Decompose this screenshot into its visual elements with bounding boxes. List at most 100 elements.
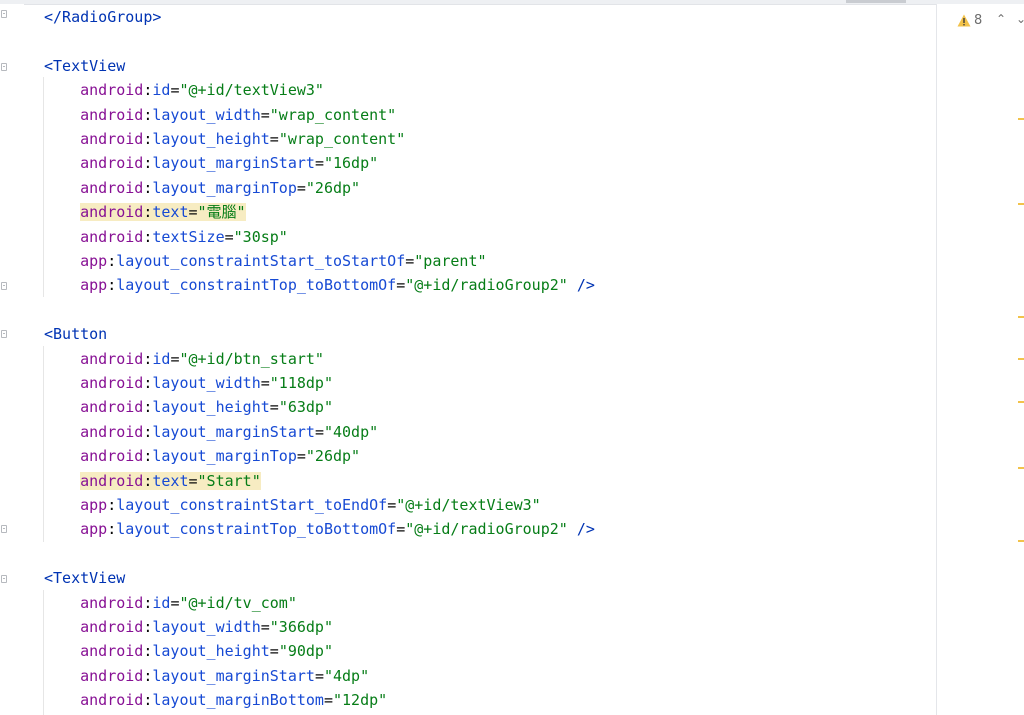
xml-attribute: id: [152, 349, 171, 368]
warning-stripe[interactable]: [1018, 203, 1024, 205]
code-line[interactable]: <Button: [44, 322, 107, 346]
code-line[interactable]: app:layout_constraintTop_toBottomOf="@+i…: [44, 273, 595, 297]
code-content: android:layout_width="wrap_content": [80, 106, 396, 124]
code-content: android:textSize="30sp": [80, 228, 288, 246]
xml-value: "@+id/textView3": [396, 496, 541, 514]
warning-stripe[interactable]: [1018, 316, 1024, 318]
warning-stripe[interactable]: [1018, 358, 1024, 360]
xml-attribute: layout_marginTop: [152, 447, 297, 466]
code-line[interactable]: android:textSize="30sp": [44, 225, 288, 249]
xml-namespace: android: [80, 227, 144, 246]
xml-attribute: layout_constraintStart_toStartOf: [116, 252, 406, 270]
punctuation: =: [296, 447, 306, 466]
xml-value: "26dp": [305, 447, 361, 466]
code-line[interactable]: android:id="@+id/btn_start": [44, 347, 324, 371]
xml-value: "Start": [197, 471, 261, 490]
chevron-up-icon[interactable]: ⌃: [994, 12, 1008, 26]
punctuation: =: [296, 178, 306, 197]
punctuation: =: [396, 276, 406, 295]
highlighted-attribute: android:text="Start": [80, 471, 261, 490]
xml-namespace: app: [80, 520, 108, 539]
xml-value: "@+id/radioGroup2": [405, 520, 568, 539]
punctuation: :: [107, 252, 117, 270]
code-line[interactable]: android:layout_marginTop="26dp": [44, 444, 360, 468]
xml-tag: <TextView: [44, 56, 126, 75]
xml-value: "30sp": [233, 227, 288, 246]
xml-attribute: id: [152, 81, 171, 100]
punctuation: :: [107, 496, 117, 514]
warning-count: 8: [974, 12, 983, 28]
code-line[interactable]: <TextView: [44, 566, 125, 590]
punctuation: =: [224, 227, 234, 246]
xml-attribute: layout_constraintTop_toBottomOf: [116, 276, 397, 295]
xml-namespace: android: [80, 642, 144, 661]
code-line[interactable]: app:layout_constraintStart_toStartOf="pa…: [44, 249, 486, 273]
code-line[interactable]: android:layout_marginStart="4dp": [44, 664, 369, 688]
code-line[interactable]: android:layout_width="wrap_content": [44, 103, 396, 127]
punctuation: =: [269, 398, 279, 417]
xml-namespace: android: [80, 691, 144, 710]
code-content: app:layout_constraintStart_toStartOf="pa…: [80, 252, 486, 270]
code-line[interactable]: android:layout_height="63dp": [44, 395, 333, 419]
code-content: android:layout_height="63dp": [80, 398, 333, 416]
code-content: android:id="@+id/btn_start": [80, 350, 324, 368]
xml-namespace: android: [80, 593, 144, 612]
code-line[interactable]: android:id="@+id/tv_com": [44, 591, 297, 615]
code-line[interactable]: android:layout_width="118dp": [44, 371, 333, 395]
xml-value: "parent": [414, 252, 487, 270]
punctuation: [568, 520, 577, 538]
xml-namespace: android: [80, 130, 144, 148]
xml-namespace: android: [80, 398, 144, 417]
xml-value: "@+id/radioGroup2": [405, 276, 568, 295]
warning-icon: [957, 14, 971, 26]
code-line[interactable]: </RadioGroup>: [44, 5, 161, 29]
punctuation: =: [396, 520, 406, 539]
code-editor[interactable]: </RadioGroup> <TextView android:id="@+id/…: [0, 0, 936, 715]
code-line[interactable]: android:id="@+id/textView3": [44, 78, 324, 102]
code-line[interactable]: android:layout_marginStart="16dp": [44, 151, 378, 175]
xml-attribute: layout_width: [152, 618, 261, 636]
xml-namespace: app: [80, 276, 108, 295]
code-line[interactable]: android:layout_marginStart="40dp": [44, 420, 378, 444]
chevron-down-icon[interactable]: ⌄: [1014, 12, 1024, 26]
xml-value: "電腦": [197, 203, 246, 222]
xml-tag: />: [576, 276, 595, 295]
punctuation: =: [269, 130, 279, 148]
code-line[interactable]: android:layout_height="wrap_content": [44, 127, 405, 151]
code-line[interactable]: android:layout_height="90dp": [44, 639, 333, 663]
warning-stripe[interactable]: [1018, 467, 1024, 469]
xml-namespace: android: [80, 618, 144, 636]
code-line[interactable]: android:text="Start": [44, 469, 261, 493]
code-line[interactable]: android:layout_marginBottom="12dp": [44, 688, 387, 712]
code-line[interactable]: <TextView: [44, 54, 125, 78]
code-line[interactable]: android:text="電腦": [44, 200, 246, 224]
xml-attribute: layout_marginStart: [152, 666, 315, 685]
punctuation: =: [188, 471, 198, 490]
xml-attribute: layout_marginStart: [152, 422, 315, 441]
punctuation: [568, 276, 577, 294]
xml-tag: <TextView: [44, 569, 126, 588]
code-line[interactable]: android:layout_marginTop="26dp": [44, 176, 360, 200]
code-line[interactable]: app:layout_constraintTop_toBottomOf="@+i…: [44, 517, 595, 541]
inspection-widget[interactable]: 8: [957, 12, 982, 28]
code-line[interactable]: app:layout_constraintStart_toEndOf="@+id…: [44, 493, 541, 517]
xml-namespace: android: [80, 447, 144, 466]
xml-attribute: layout_constraintTop_toBottomOf: [116, 520, 397, 539]
xml-namespace: android: [80, 81, 144, 100]
warning-stripe[interactable]: [1018, 540, 1024, 542]
punctuation: :: [107, 520, 117, 539]
xml-attribute: layout_width: [152, 374, 261, 392]
warning-stripe[interactable]: [1018, 118, 1024, 120]
punctuation: =: [314, 666, 324, 685]
code-line[interactable]: android:layout_width="366dp": [44, 615, 333, 639]
xml-value: "@+id/btn_start": [179, 349, 324, 368]
xml-tag: />: [576, 520, 595, 539]
warning-stripe[interactable]: [1018, 401, 1024, 403]
